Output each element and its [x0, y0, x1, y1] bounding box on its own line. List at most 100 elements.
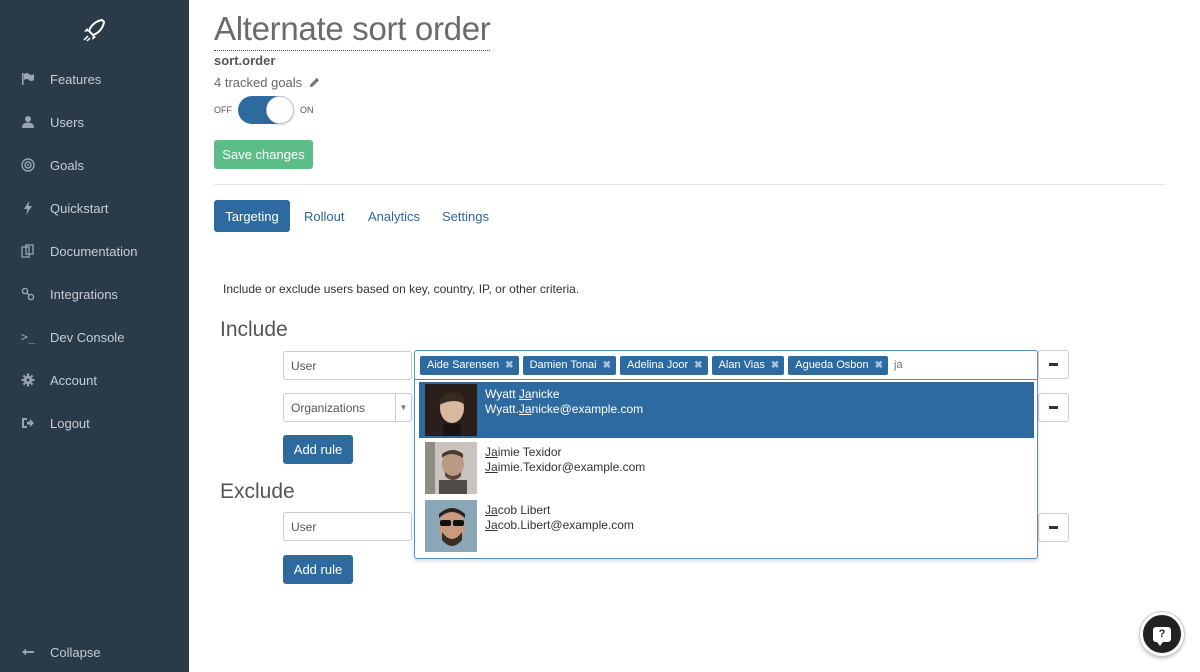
sidebar-item-features[interactable]: Features	[0, 59, 189, 99]
remove-rule-button[interactable]	[1038, 513, 1069, 542]
minus-icon	[1049, 406, 1058, 409]
sidebar-item-label: Features	[50, 71, 102, 87]
divider	[214, 184, 1166, 185]
target-icon	[20, 157, 36, 173]
tag-remove-icon[interactable]: ✖	[694, 360, 702, 371]
sidebar-item-quickstart[interactable]: Quickstart	[0, 188, 189, 228]
user-tag: Alan Vias ✖	[711, 355, 785, 375]
logout-icon	[20, 415, 36, 431]
sidebar-item-integrations[interactable]: Integrations	[0, 274, 189, 314]
tab-rollout[interactable]: Rollout	[291, 200, 357, 232]
exclude-add-rule-button[interactable]: Add rule	[283, 555, 353, 584]
sidebar-item-label: Quickstart	[50, 200, 109, 216]
sidebar-item-label: Account	[50, 372, 97, 388]
tab-targeting[interactable]: Targeting	[214, 200, 290, 232]
tag-label: Aide Sarensen	[427, 359, 500, 371]
suggestion-text: Jacob Libert Jacob.Libert@example.com	[485, 498, 634, 533]
suggestion-option[interactable]: Jacob Libert Jacob.Libert@example.com	[419, 498, 1034, 554]
sidebar-item-label: Integrations	[50, 286, 118, 302]
toggle-off-label: OFF	[214, 105, 232, 115]
sidebar-item-users[interactable]: Users	[0, 102, 189, 142]
exclude-title: Exclude	[220, 480, 295, 503]
user-tag: Adelina Joor ✖	[620, 355, 708, 375]
tag-remove-icon[interactable]: ✖	[505, 360, 513, 371]
include-attribute-select[interactable]: Organizations ▼	[283, 393, 412, 422]
tag-label: Adelina Joor	[627, 359, 689, 371]
suggestion-option[interactable]: Jaimie Texidor Jaimie.Texidor@example.co…	[419, 440, 1034, 496]
flag-icon	[20, 71, 36, 87]
terminal-icon: >_	[20, 330, 36, 344]
tracked-goals-text: 4 tracked goals	[214, 75, 303, 90]
suggestion-option[interactable]: Wyatt Janicke Wyatt.Janicke@example.com	[419, 382, 1034, 438]
help-bubble-icon: ?	[1153, 626, 1171, 646]
include-title: Include	[220, 318, 288, 341]
flag-toggle[interactable]	[238, 96, 294, 124]
remove-rule-button[interactable]	[1038, 393, 1069, 422]
user-suggestion-dropdown: Wyatt Janicke Wyatt.Janicke@example.com …	[414, 380, 1038, 559]
sidebar-item-logout[interactable]: Logout	[0, 403, 189, 443]
user-icon	[20, 114, 36, 130]
collapse-arrow-icon	[20, 644, 36, 660]
help-glyph: ?	[1158, 628, 1166, 640]
user-tag: Agueda Osbon ✖	[788, 355, 889, 375]
user-tag: Damien Tonai ✖	[522, 355, 617, 375]
sidebar-collapse[interactable]: Collapse	[0, 632, 189, 672]
avatar	[425, 384, 477, 436]
docs-icon	[20, 243, 36, 259]
pencil-icon[interactable]	[309, 77, 320, 88]
tab-settings[interactable]: Settings	[429, 200, 502, 232]
sidebar-item-label: Goals	[50, 157, 84, 173]
attribute-value: Organizations	[291, 400, 366, 415]
targeting-description: Include or exclude users based on key, c…	[223, 282, 580, 296]
remove-rule-button[interactable]	[1038, 350, 1069, 379]
suggestion-text: Jaimie Texidor Jaimie.Texidor@example.co…	[485, 440, 645, 475]
suggestion-email: Wyatt.Janicke@example.com	[485, 402, 644, 416]
save-changes-button[interactable]: Save changes	[214, 140, 313, 169]
collapse-label: Collapse	[50, 644, 101, 660]
tracked-goals: 4 tracked goals	[214, 75, 320, 90]
sidebar-item-documentation[interactable]: Documentation	[0, 231, 189, 271]
flag-key: sort.order	[214, 53, 276, 68]
tab-analytics[interactable]: Analytics	[355, 200, 433, 232]
rocket-logo-icon[interactable]	[80, 16, 108, 44]
integrations-icon	[20, 286, 36, 302]
tag-label: Agueda Osbon	[795, 359, 869, 371]
sidebar-item-label: Documentation	[50, 243, 138, 259]
tag-remove-icon[interactable]: ✖	[875, 360, 883, 371]
sidebar-item-account[interactable]: Account	[0, 360, 189, 400]
avatar	[425, 442, 477, 494]
flag-toggle-group: OFF ON	[214, 96, 314, 124]
sidebar-item-label: Logout	[50, 415, 90, 431]
suggestion-text: Wyatt Janicke Wyatt.Janicke@example.com	[485, 382, 643, 417]
include-attribute-select[interactable]: User	[283, 351, 412, 380]
tag-remove-icon[interactable]: ✖	[603, 360, 611, 371]
sidebar: Features Users Goals Quickstart Document…	[0, 0, 189, 672]
minus-icon	[1049, 363, 1058, 366]
toggle-on-label: ON	[300, 105, 314, 115]
page-title[interactable]: Alternate sort order	[214, 10, 491, 51]
tag-remove-icon[interactable]: ✖	[771, 360, 779, 371]
attribute-value: User	[291, 519, 317, 534]
avatar	[425, 500, 477, 552]
help-chat-button[interactable]: ?	[1140, 612, 1184, 656]
toggle-knob[interactable]	[266, 96, 294, 124]
user-tag: Aide Sarensen ✖	[420, 355, 519, 375]
suggestion-name: Jaimie Texidor	[485, 445, 562, 459]
attribute-value: User	[291, 358, 317, 373]
gear-icon	[20, 372, 36, 388]
minus-icon	[1049, 526, 1058, 529]
include-add-rule-button[interactable]: Add rule	[283, 435, 353, 464]
chevron-down-icon[interactable]: ▼	[395, 394, 411, 421]
sidebar-item-dev-console[interactable]: >_ Dev Console	[0, 317, 189, 357]
suggestion-name: Jacob Libert	[485, 503, 551, 517]
tag-label: Damien Tonai	[529, 359, 597, 371]
exclude-attribute-select[interactable]: User	[283, 512, 412, 541]
search-input[interactable]: ja	[894, 359, 903, 371]
sidebar-item-label: Users	[50, 114, 84, 130]
user-tag-input[interactable]: Aide Sarensen ✖ Damien Tonai ✖ Adelina Joo…	[414, 350, 1038, 380]
sidebar-item-goals[interactable]: Goals	[0, 145, 189, 185]
bolt-icon	[20, 200, 36, 216]
tag-label: Alan Vias	[718, 359, 765, 371]
suggestion-name: Wyatt Janicke	[485, 387, 560, 401]
sidebar-item-label: Dev Console	[50, 329, 125, 345]
